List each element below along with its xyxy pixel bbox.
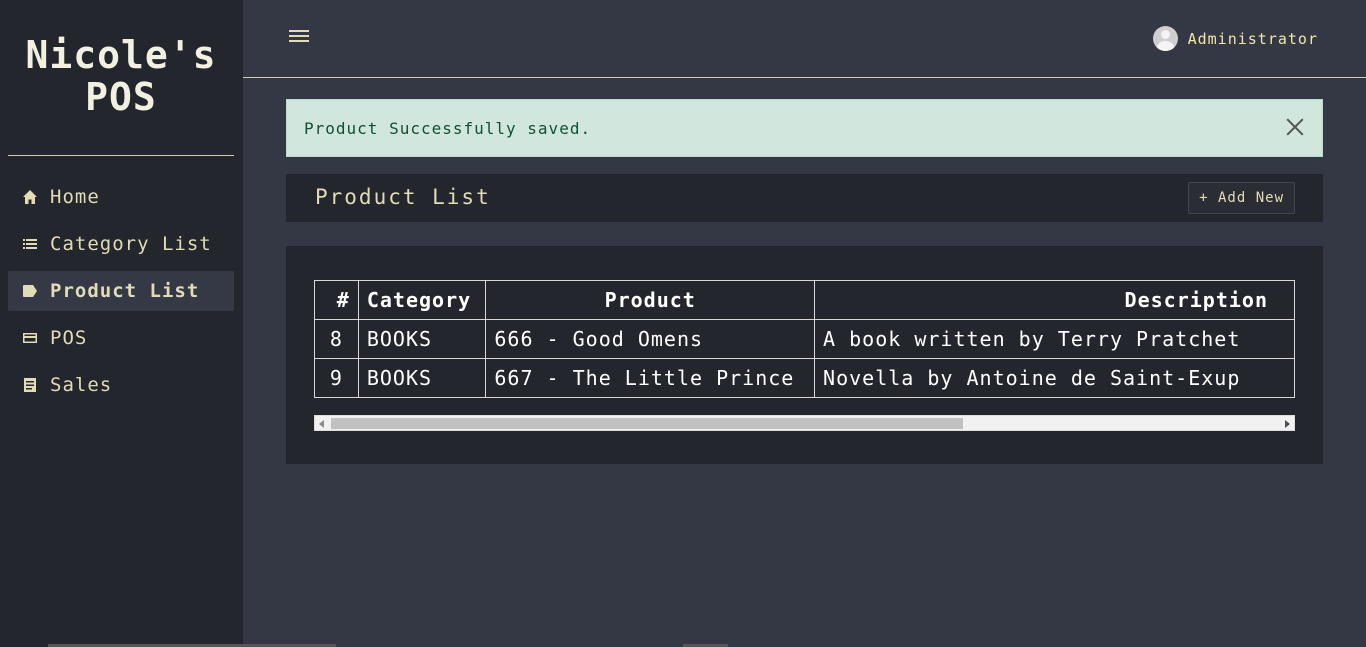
card-icon bbox=[22, 330, 38, 346]
scroll-right-icon[interactable] bbox=[1285, 420, 1290, 428]
sidebar-item-label: Sales bbox=[50, 374, 113, 396]
cell-number: 9 bbox=[314, 358, 359, 398]
page-header: Product List + Add New bbox=[286, 174, 1323, 222]
cell-description: Novella by Antoine de Saint-Exup bbox=[814, 358, 1295, 398]
sidebar-divider bbox=[8, 155, 234, 156]
success-alert: Product Successfully saved. bbox=[286, 99, 1323, 157]
column-header-number[interactable]: # bbox=[314, 280, 359, 320]
brand-line-1: Nicole's bbox=[25, 33, 217, 77]
add-new-button[interactable]: + Add New bbox=[1188, 182, 1295, 214]
column-header-description[interactable]: Description bbox=[814, 280, 1295, 320]
sidebar-item-label: Home bbox=[50, 186, 100, 208]
cell-number: 8 bbox=[314, 319, 359, 359]
product-table-card: # Category Product Description 8 BOOKS 6… bbox=[286, 246, 1323, 464]
sidebar-nav: Home Category List Product List POS Sale… bbox=[8, 177, 234, 412]
sidebar-item-product-list[interactable]: Product List bbox=[8, 271, 234, 311]
sidebar-item-label: Category List bbox=[50, 233, 212, 255]
table-header-row: # Category Product Description bbox=[314, 280, 1295, 320]
cell-product: 667 - The Little Prince bbox=[485, 358, 816, 398]
user-menu[interactable]: Administrator bbox=[1152, 26, 1318, 51]
page-title: Product List bbox=[315, 185, 491, 209]
sidebar-item-pos[interactable]: POS bbox=[8, 318, 234, 358]
table-row: 8 BOOKS 666 - Good Omens A book written … bbox=[314, 319, 1295, 359]
menu-toggle-icon[interactable] bbox=[289, 30, 309, 46]
home-icon bbox=[22, 189, 38, 205]
horizontal-scrollbar[interactable] bbox=[314, 415, 1295, 431]
cell-category: BOOKS bbox=[357, 319, 487, 359]
column-header-product[interactable]: Product bbox=[485, 280, 816, 320]
sidebar-item-sales[interactable]: Sales bbox=[8, 365, 234, 405]
avatar bbox=[1152, 26, 1178, 51]
sidebar-item-home[interactable]: Home bbox=[8, 177, 234, 217]
user-name: Administrator bbox=[1187, 29, 1318, 48]
sidebar-item-category-list[interactable]: Category List bbox=[8, 224, 234, 264]
scrollbar-thumb[interactable] bbox=[331, 418, 963, 429]
topbar: Administrator bbox=[243, 0, 1366, 78]
list-icon bbox=[22, 236, 38, 252]
sidebar: Nicole's POS Home Category List Product … bbox=[0, 0, 243, 647]
alert-message: Product Successfully saved. bbox=[304, 118, 592, 138]
table-row: 9 BOOKS 667 - The Little Prince Novella … bbox=[314, 358, 1295, 398]
scroll-left-icon[interactable] bbox=[319, 420, 324, 428]
sidebar-item-label: POS bbox=[50, 327, 88, 349]
brand-title: Nicole's POS bbox=[8, 34, 234, 118]
receipt-icon bbox=[22, 377, 38, 393]
product-table: # Category Product Description 8 BOOKS 6… bbox=[314, 280, 1295, 398]
cell-product: 666 - Good Omens bbox=[485, 319, 816, 359]
close-icon[interactable] bbox=[1286, 118, 1304, 136]
sidebar-item-label: Product List bbox=[50, 280, 200, 302]
column-header-category[interactable]: Category bbox=[357, 280, 487, 320]
brand-line-2: POS bbox=[85, 75, 157, 119]
cell-description: A book written by Terry Pratchet bbox=[814, 319, 1295, 359]
table-scroll-area: # Category Product Description 8 BOOKS 6… bbox=[314, 280, 1295, 398]
tag-icon bbox=[22, 283, 38, 299]
cell-category: BOOKS bbox=[357, 358, 487, 398]
